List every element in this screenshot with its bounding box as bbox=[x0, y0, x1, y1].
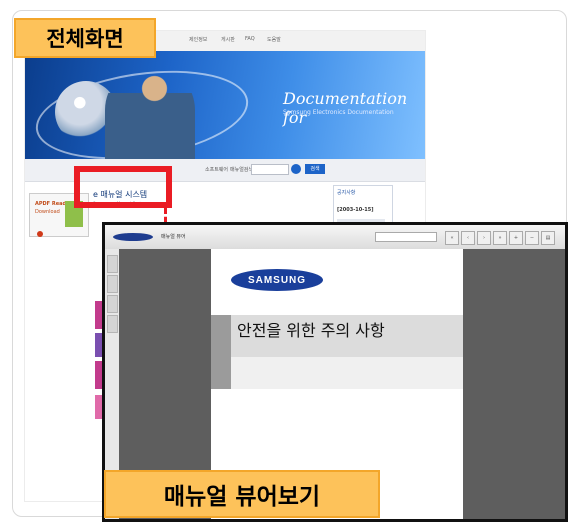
full-screen-label: 전체화면 bbox=[14, 18, 156, 58]
page-title-shade bbox=[231, 357, 463, 389]
manual-viewer-label: 매뉴얼 뷰어보기 bbox=[104, 470, 380, 518]
nav-item-faq[interactable]: FAQ bbox=[245, 36, 255, 42]
viewer-right-margin bbox=[463, 249, 565, 519]
first-page-icon[interactable]: « bbox=[445, 231, 459, 245]
viewer-toolbar-title: 매뉴얼 뷰어 bbox=[161, 234, 186, 240]
side-tab-bookmark[interactable] bbox=[107, 315, 118, 333]
search-go-icon[interactable] bbox=[291, 164, 301, 174]
last-page-icon[interactable]: » bbox=[493, 231, 507, 245]
search-input[interactable] bbox=[251, 164, 289, 175]
notice-date: [2003-10-15] bbox=[337, 207, 374, 213]
hero-banner: Documentation for Samsung Electronics Do… bbox=[25, 51, 425, 159]
zoom-out-icon[interactable]: − bbox=[525, 231, 539, 245]
search-button[interactable]: 검색 bbox=[305, 164, 325, 174]
notice-title[interactable]: 공지사항 bbox=[337, 189, 355, 196]
page-title: 안전을 위한 주의 사항 bbox=[237, 321, 385, 340]
highlight-box bbox=[74, 166, 172, 208]
zoom-in-icon[interactable]: + bbox=[509, 231, 523, 245]
bullet-icon bbox=[37, 231, 43, 237]
hero-subtitle: Samsung Electronics Documentation bbox=[283, 109, 394, 116]
viewer-toolbar: 매뉴얼 뷰어 « ‹ › » + − ▤ bbox=[105, 225, 565, 250]
hero-title: Documentation for bbox=[283, 89, 408, 127]
samsung-logo: SAMSUNG bbox=[231, 269, 323, 291]
next-page-icon[interactable]: › bbox=[477, 231, 491, 245]
page-title-accent bbox=[211, 315, 231, 389]
prev-page-icon[interactable]: ‹ bbox=[461, 231, 475, 245]
print-icon[interactable]: ▤ bbox=[541, 231, 555, 245]
samsung-small-logo bbox=[113, 233, 153, 241]
person-image bbox=[105, 65, 195, 159]
pdf-reader-download: Download bbox=[35, 209, 60, 215]
side-tab-index[interactable] bbox=[107, 275, 118, 293]
nav-item-help[interactable]: 도움말 bbox=[267, 36, 281, 43]
search-label-2: 매뉴얼검색 bbox=[230, 167, 254, 173]
nav-item-info[interactable]: 제인정보 bbox=[189, 36, 207, 43]
search-label: 소프트웨어 bbox=[205, 167, 229, 173]
side-tab-toc[interactable] bbox=[107, 255, 118, 273]
page-number-field[interactable] bbox=[375, 232, 437, 242]
nav-item-board[interactable]: 게시판 bbox=[221, 36, 235, 43]
side-tab-search[interactable] bbox=[107, 295, 118, 313]
